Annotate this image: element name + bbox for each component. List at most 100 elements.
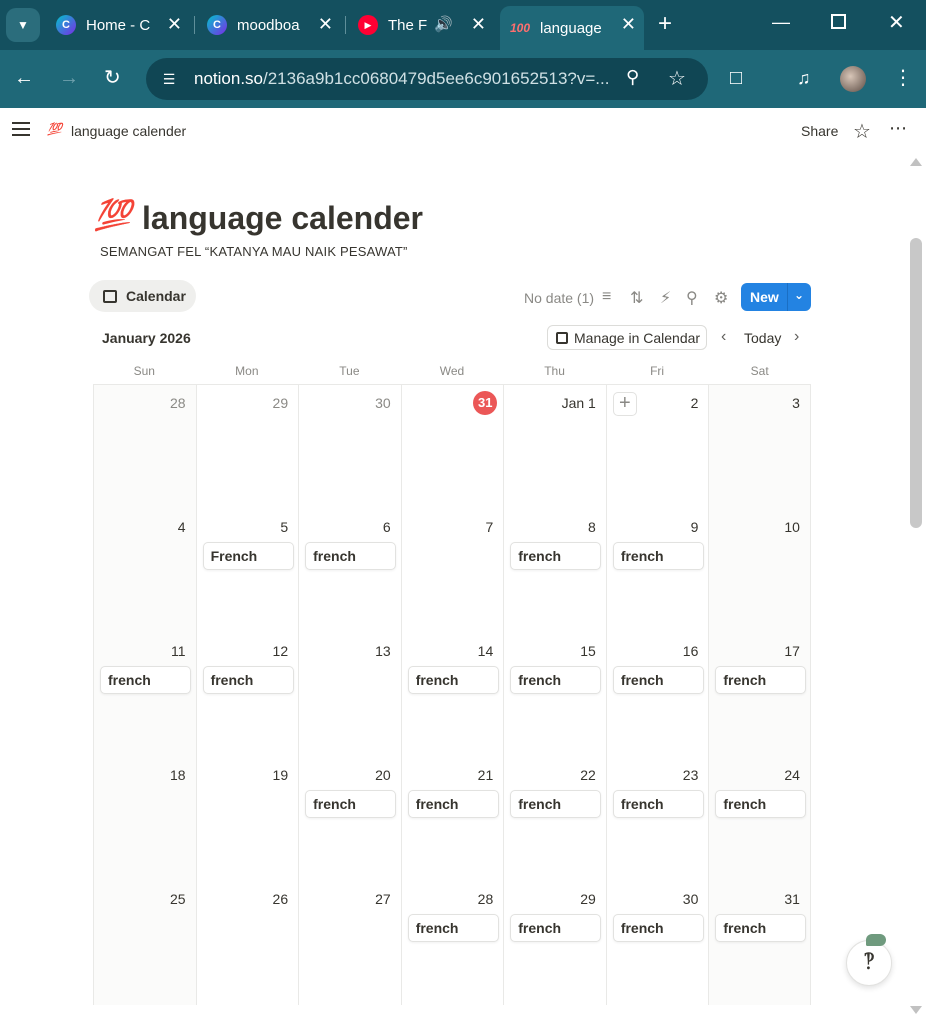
more-options-icon[interactable]: ⋯ [889,118,908,139]
minimize-icon[interactable]: — [772,12,790,33]
calendar-day-cell[interactable]: 25 [93,881,196,1005]
next-month-chevron-icon[interactable]: › [794,328,799,346]
view-settings-icon[interactable]: ⚙ [714,288,728,308]
calendar-day-cell[interactable]: 13 [298,633,401,757]
calendar-day-cell[interactable]: 29 french [503,881,606,1005]
calendar-day-cell[interactable]: 21 french [400,757,504,881]
new-button[interactable]: New ⌄ [741,283,811,311]
calendar-day-cell[interactable]: 27 [298,881,401,1005]
filter-icon[interactable]: ≡ [602,288,611,306]
event-card[interactable]: french [407,666,499,694]
calendar-day-cell[interactable]: 26 [195,881,299,1005]
event-card[interactable]: french [407,914,499,942]
calendar-day-cell[interactable]: 28 [93,385,196,509]
calendar-day-cell[interactable]: 29 [195,385,299,509]
calendar-day-cell[interactable]: 16 french [605,633,709,757]
calendar-day-cell[interactable]: Jan 1 [503,385,606,509]
no-date-button[interactable]: No date (1) [524,290,594,306]
page-title[interactable]: language calender [142,200,423,237]
calendar-day-cell[interactable]: 17 french [708,633,811,757]
event-card[interactable]: french [510,666,602,694]
event-card[interactable]: french [100,666,191,694]
favorite-star-icon[interactable]: ☆ [853,119,871,144]
event-card[interactable]: French [202,542,294,570]
calendar-day-cell[interactable]: 7 [400,509,504,633]
event-card[interactable]: french [612,914,704,942]
address-bar[interactable]: ☰ notion.so/2136a9b1cc0680479d5ee6c90165… [146,58,708,100]
extensions-puzzle-icon[interactable]: □ [730,66,742,90]
calendar-day-cell[interactable]: 12 french [195,633,299,757]
close-tab-icon[interactable]: ✕ [621,14,636,35]
previous-month-chevron-icon[interactable]: ‹ [721,328,726,346]
calendar-day-cell[interactable]: 28 french [400,881,504,1005]
page-icon-emoji[interactable]: 💯 [94,198,131,233]
close-tab-icon[interactable]: ✕ [318,14,333,35]
chevron-down-icon[interactable]: ⌄ [794,288,804,302]
calendar-day-cell[interactable]: 8 french [503,509,606,633]
calendar-day-cell[interactable]: 18 [93,757,196,881]
bookmark-star-icon[interactable]: ☆ [668,66,686,91]
calendar-day-cell[interactable]: 22 french [503,757,606,881]
sort-icon[interactable]: ⇅ [630,288,643,308]
event-card[interactable]: french [305,790,397,818]
calendar-day-cell[interactable]: 20 french [298,757,401,881]
today-button[interactable]: Today [744,330,781,346]
audio-playing-icon[interactable]: 🔊 [434,15,453,33]
browser-menu-kebab-icon[interactable]: ⋮ [893,66,913,90]
calendar-day-cell[interactable]: 5 French [195,509,299,633]
calendar-day-cell[interactable]: 23 french [605,757,709,881]
scroll-up-arrow-icon[interactable] [910,158,922,166]
forward-arrow-icon[interactable]: → [59,66,79,90]
site-info-icon[interactable]: ☰ [156,67,182,91]
reload-icon[interactable]: ↻ [104,66,121,90]
event-card[interactable]: french [510,542,602,570]
close-window-icon[interactable]: ✕ [888,10,905,35]
manage-in-calendar-button[interactable]: Manage in Calendar [547,325,707,350]
close-tab-icon[interactable]: ✕ [471,14,486,35]
back-arrow-icon[interactable]: ← [14,66,34,90]
search-icon[interactable]: ⚲ [686,288,698,308]
view-tab-calendar[interactable]: Calendar [89,280,196,312]
browser-tab-youtube-music[interactable]: ▶ The F 🔊 ✕ [348,6,494,44]
browser-tab-canva-home[interactable]: C Home - C ✕ [46,6,190,44]
browser-tab-language-calender[interactable]: 100 language ✕ [500,6,644,50]
event-card[interactable]: french [407,790,499,818]
share-button[interactable]: Share [801,123,838,139]
add-event-plus-icon[interactable]: + [612,392,637,416]
new-tab-plus-icon[interactable]: + [658,12,672,36]
event-card[interactable]: french [715,914,807,942]
event-card[interactable]: french [715,790,807,818]
calendar-day-cell[interactable]: 3 [708,385,811,509]
calendar-day-cell[interactable]: 11 french [93,633,196,757]
event-card[interactable]: french [510,790,602,818]
page-description[interactable]: SEMANGAT FEL “KATANYA MAU NAIK PESAWAT” [100,244,408,259]
calendar-day-cell[interactable]: 9 french [605,509,709,633]
close-tab-icon[interactable]: ✕ [167,14,182,35]
maximize-icon[interactable] [831,14,846,29]
event-card[interactable]: french [510,914,602,942]
tab-search-chevron-icon[interactable]: ▼ [6,8,40,42]
calendar-day-cell[interactable]: 4 [93,509,196,633]
calendar-day-cell[interactable]: 30 french [605,881,709,1005]
calendar-day-cell[interactable]: 10 [708,509,811,633]
media-controls-icon[interactable]: ♫ [797,66,811,90]
help-assistant-button[interactable]: ‽ [846,940,892,986]
calendar-day-cell[interactable]: 15 french [503,633,606,757]
calendar-day-cell[interactable]: 2 + [605,385,709,509]
zoom-magnifier-icon[interactable]: ⚲ [626,67,639,88]
profile-avatar[interactable] [840,66,866,92]
url-text[interactable]: notion.so/2136a9b1cc0680479d5ee6c9016525… [194,69,614,89]
breadcrumb[interactable]: language calender [71,123,186,139]
calendar-day-cell[interactable]: 14 french [400,633,504,757]
calendar-day-cell[interactable]: 24 french [708,757,811,881]
event-card[interactable]: french [202,666,294,694]
event-card[interactable]: french [612,542,704,570]
scroll-down-arrow-icon[interactable] [910,1006,922,1014]
calendar-day-cell[interactable]: 31 french [708,881,811,1005]
calendar-day-cell[interactable]: 31 [400,385,504,509]
automation-lightning-icon[interactable]: ⚡︎ [660,288,671,308]
calendar-day-cell[interactable]: 6 french [298,509,401,633]
scrollbar-thumb[interactable] [910,238,922,528]
browser-tab-moodboard[interactable]: C moodboa ✕ [197,6,341,44]
sidebar-menu-icon[interactable] [12,122,30,136]
